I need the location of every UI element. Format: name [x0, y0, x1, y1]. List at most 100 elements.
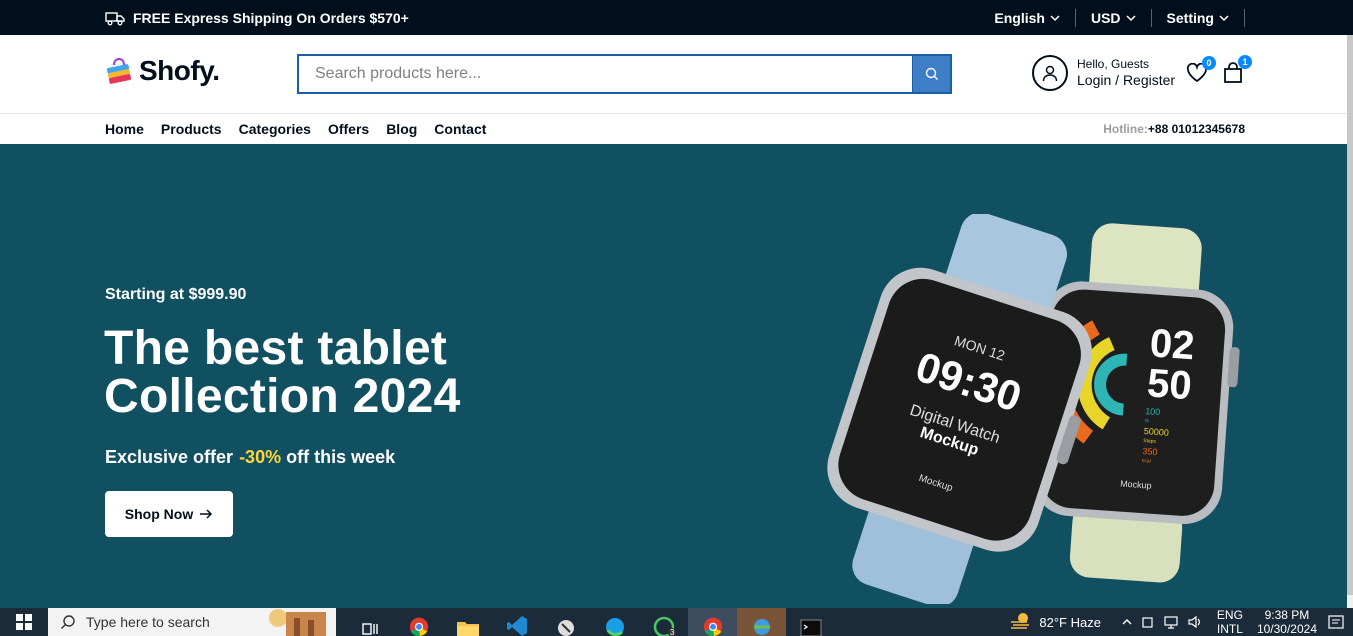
nav-item-products[interactable]: Products	[161, 121, 222, 137]
taskbar-download-manager[interactable]	[737, 608, 786, 636]
watch2-stat2-unit: Steps	[1143, 438, 1157, 445]
taskbar-vscode[interactable]	[492, 608, 541, 636]
weather-widget[interactable]: 82°F Haze	[1009, 612, 1101, 632]
offer-prefix: Exclusive offer	[105, 447, 234, 467]
taskbar-whatsapp[interactable]: 3	[639, 608, 688, 636]
nav-menu: Home Products Categories Offers Blog Con…	[105, 114, 503, 144]
hero-title: The best tablet Collection 2024	[104, 325, 461, 421]
offer-percent: -30%	[239, 447, 282, 467]
browser-page: FREE Express Shipping On Orders $570+ En…	[0, 0, 1353, 636]
setting-label: Setting	[1166, 9, 1214, 26]
hero-title-line2: Collection 2024	[104, 370, 461, 423]
lang-line1: ENG	[1216, 608, 1243, 622]
weather-text: 82°F Haze	[1039, 614, 1101, 630]
hero-starting-price: Starting at $999.90	[105, 286, 247, 303]
scrollbar-thumb[interactable]	[1347, 35, 1353, 595]
network-icon[interactable]	[1163, 615, 1179, 629]
top-bar: FREE Express Shipping On Orders $570+ En…	[0, 0, 1353, 35]
shipping-text: FREE Express Shipping On Orders $570+	[133, 9, 409, 26]
folder-icon	[456, 622, 479, 636]
logo-text: Shofy.	[139, 55, 220, 86]
nav-item-contact[interactable]: Contact	[434, 121, 486, 137]
chevron-down-icon	[1050, 14, 1060, 21]
watch2-stat2: 50000	[1144, 426, 1170, 438]
main-nav: Home Products Categories Offers Blog Con…	[0, 114, 1353, 144]
cart-button[interactable]: 1	[1222, 55, 1252, 89]
battery-icon[interactable]	[1141, 615, 1155, 629]
clock[interactable]: 9:38 PM 10/30/2024	[1257, 608, 1317, 636]
page-scrollbar[interactable]	[1347, 35, 1353, 608]
chrome-icon	[703, 617, 722, 636]
arrow-right-icon	[200, 509, 213, 519]
chevron-up-icon[interactable]	[1121, 616, 1133, 628]
lang-line2: INTL	[1216, 622, 1243, 636]
hotline-label: Hotline:	[1103, 122, 1148, 136]
wishlist-button[interactable]: 0	[1186, 56, 1216, 88]
login-link[interactable]: Login	[1077, 72, 1111, 88]
watch2-minute: 50	[1146, 361, 1193, 408]
globe-download-icon	[753, 619, 770, 635]
search-icon	[925, 67, 938, 80]
nav-item-offers[interactable]: Offers	[328, 121, 369, 137]
hero-title-line1: The best tablet	[104, 322, 448, 375]
language-selector[interactable]: English	[994, 8, 1076, 27]
login-register: Login / Register	[1077, 72, 1175, 89]
clock-time: 9:38 PM	[1264, 608, 1310, 622]
setting-selector[interactable]: Setting	[1152, 8, 1245, 27]
taskbar-file-explorer[interactable]	[443, 608, 492, 636]
nav-item-blog[interactable]: Blog	[386, 121, 417, 137]
search-icon	[61, 615, 75, 629]
watch2-stat3-unit: kcal	[1142, 458, 1151, 465]
haze-weather-icon	[1011, 613, 1030, 629]
cart-count-badge: 1	[1238, 55, 1252, 69]
taskbar-search-placeholder: Type here to search	[86, 614, 210, 630]
register-link[interactable]: Register	[1123, 72, 1175, 88]
user-icon[interactable]	[1032, 55, 1068, 91]
watch2-stat3: 350	[1142, 446, 1158, 457]
site-header: Shofy. Hello, Guests Login / Register	[0, 35, 1353, 114]
top-options: English USD Setting	[994, 0, 1245, 35]
currency-label: USD	[1090, 9, 1121, 26]
offer-suffix: off this week	[286, 447, 396, 467]
taskbar-terminal[interactable]	[786, 608, 835, 636]
chevron-down-icon	[1219, 14, 1229, 21]
hotline: Hotline: +88 01012345678	[1103, 114, 1245, 144]
task-view-icon	[361, 623, 378, 635]
taskbar-edge[interactable]	[590, 608, 639, 636]
search-highlight-image	[269, 609, 326, 636]
taskbar-apps: 3	[345, 608, 835, 636]
language-indicator[interactable]: ENG INTL	[1217, 608, 1243, 636]
chrome-icon	[409, 617, 428, 636]
shopping-bag-logo-icon	[106, 57, 132, 84]
search-button[interactable]	[912, 56, 950, 92]
nav-item-home[interactable]: Home	[105, 121, 144, 137]
hero-banner: Starting at $999.90 The best tablet Coll…	[0, 144, 1353, 608]
windows-logo-icon	[16, 614, 32, 630]
taskbar-app-4[interactable]	[541, 608, 590, 636]
taskbar-chrome-active[interactable]	[688, 608, 737, 636]
currency-selector[interactable]: USD	[1076, 8, 1152, 27]
smartwatch-product-image: 02 50 100 % 50000 Steps 350 kcal Mockup …	[827, 214, 1240, 604]
taskbar-chrome[interactable]	[394, 608, 443, 636]
separator: /	[1115, 71, 1120, 88]
vscode-icon	[506, 616, 527, 636]
volume-icon[interactable]	[1187, 615, 1203, 629]
truck-icon	[105, 11, 125, 25]
watch2-stat1: 100	[1145, 406, 1161, 417]
language-label: English	[994, 9, 1045, 26]
hero-offer: Exclusive offer -30% off this week	[105, 447, 395, 468]
search-input[interactable]	[299, 56, 912, 92]
shipping-banner: FREE Express Shipping On Orders $570+	[105, 0, 409, 35]
account-block[interactable]: Hello, Guests Login / Register	[1032, 55, 1175, 91]
taskbar-search[interactable]: Type here to search	[48, 608, 336, 636]
shop-now-label: Shop Now	[124, 506, 194, 522]
chevron-down-icon	[1126, 14, 1136, 21]
logo[interactable]: Shofy.	[104, 55, 220, 87]
nav-item-categories[interactable]: Categories	[239, 121, 311, 137]
hotline-number[interactable]: +88 01012345678	[1148, 122, 1245, 136]
windows-taskbar: Type here to search 3 82°F Haze ENG INTL…	[0, 608, 1353, 636]
notification-icon[interactable]	[1327, 614, 1345, 630]
task-view-button[interactable]	[345, 608, 394, 636]
shop-now-button[interactable]: Shop Now	[105, 491, 233, 537]
start-button[interactable]	[0, 608, 48, 636]
